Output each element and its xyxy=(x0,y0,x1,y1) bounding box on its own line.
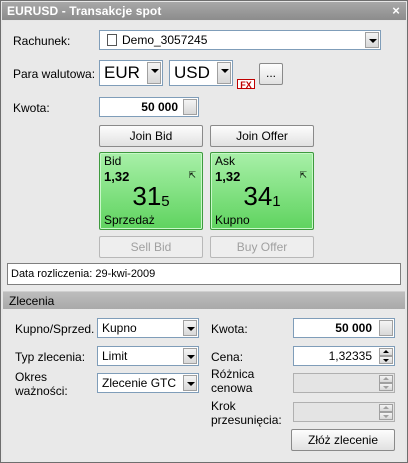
validity-value: Zlecenie GTC xyxy=(102,376,177,390)
quote-currency-value: USD xyxy=(174,63,210,82)
bid-action-label: Sprzedaż xyxy=(104,213,155,227)
price-input[interactable]: 1,32335 xyxy=(293,346,395,366)
chevron-down-icon[interactable] xyxy=(217,62,231,84)
chevron-down-icon[interactable] xyxy=(183,99,197,115)
validity-label-line1: Okres xyxy=(15,370,48,384)
spin-down-icon[interactable] xyxy=(379,356,393,364)
chevron-down-icon[interactable] xyxy=(365,32,379,48)
close-icon[interactable]: × xyxy=(389,4,403,17)
step-label-line1: Krok xyxy=(211,399,236,413)
price-diff-spinner[interactable] xyxy=(379,375,393,391)
amount-input[interactable]: 50 000 xyxy=(99,97,199,117)
ask-price-big: 34 xyxy=(243,181,273,211)
arrow-icon: ⇱ xyxy=(299,170,307,180)
order-side-value: Kupno xyxy=(102,321,137,335)
main-panel: Rachunek: Demo_3057245 Para walutowa: EU… xyxy=(3,21,405,462)
price-diff-label-line1: Różnica xyxy=(211,367,255,381)
order-side-label: Kupno/Sprzed. xyxy=(15,322,95,336)
bid-price: 315 xyxy=(100,181,202,212)
chevron-down-icon[interactable] xyxy=(379,320,393,336)
fx-icon: FX xyxy=(237,79,255,90)
window-title: EURUSD - Transakcje spot xyxy=(7,4,162,18)
currency-pair-label: Para walutowa: xyxy=(13,67,96,81)
quote-currency-select[interactable]: USD xyxy=(169,60,233,86)
step-label-line2: przesunięcia: xyxy=(211,413,282,427)
step-input[interactable] xyxy=(293,402,395,422)
sell-bid-button[interactable]: Sell Bid xyxy=(99,236,203,258)
step-spinner[interactable] xyxy=(379,404,393,420)
chevron-down-icon[interactable] xyxy=(147,62,161,84)
order-amount-label: Kwota: xyxy=(211,322,248,336)
amount-label: Kwota: xyxy=(13,101,50,115)
account-value: Demo_3057245 xyxy=(122,33,208,47)
order-amount-input[interactable]: 50 000 xyxy=(293,318,395,338)
submit-order-button[interactable]: Złóż zlecenie xyxy=(291,429,395,451)
order-type-label: Typ zlecenia: xyxy=(15,350,86,364)
arrow-icon: ⇱ xyxy=(188,170,196,180)
spin-up-icon[interactable] xyxy=(379,375,393,383)
amount-value: 50 000 xyxy=(141,100,178,114)
order-type-value: Limit xyxy=(102,349,128,363)
order-side-select[interactable]: Kupno xyxy=(97,318,199,338)
ask-price: 341 xyxy=(211,181,313,212)
orders-section-header[interactable]: Zlecenia xyxy=(3,291,405,309)
document-icon xyxy=(107,34,117,46)
price-diff-label-line2: cenowa xyxy=(211,381,253,395)
account-select[interactable]: Demo_3057245 xyxy=(99,30,381,50)
settlement-date: Data rozliczenia: 29-kwi-2009 xyxy=(7,263,401,285)
spin-down-icon[interactable] xyxy=(379,383,393,391)
chevron-down-icon[interactable] xyxy=(183,375,197,391)
ask-price-pip: 1 xyxy=(272,193,281,210)
price-spinner[interactable] xyxy=(379,348,393,364)
ask-header: Ask xyxy=(215,154,236,168)
order-type-select[interactable]: Limit xyxy=(97,346,199,366)
price-label: Cena: xyxy=(211,350,244,364)
spin-up-icon[interactable] xyxy=(379,348,393,356)
bid-tile[interactable]: Bid 1,32 ⇱ 315 Sprzedaż xyxy=(99,152,203,230)
price-value: 1,32335 xyxy=(328,349,372,363)
chevron-down-icon[interactable] xyxy=(183,320,197,336)
bid-price-pip: 5 xyxy=(161,193,170,210)
bid-header: Bid xyxy=(104,154,122,168)
ask-tile[interactable]: Ask 1,32 ⇱ 341 Kupno xyxy=(210,152,314,230)
spin-down-icon[interactable] xyxy=(379,412,393,420)
price-diff-input[interactable] xyxy=(293,373,395,393)
trade-window: EURUSD - Transakcje spot × Rachunek: Dem… xyxy=(0,0,408,463)
ask-action-label: Kupno xyxy=(215,213,250,227)
buy-offer-button[interactable]: Buy Offer xyxy=(210,236,314,258)
validity-select[interactable]: Zlecenie GTC xyxy=(97,373,199,393)
account-label: Rachunek: xyxy=(13,34,71,48)
base-currency-value: EUR xyxy=(104,63,140,82)
more-button[interactable]: ... xyxy=(259,63,283,85)
join-bid-button[interactable]: Join Bid xyxy=(99,125,203,147)
join-offer-button[interactable]: Join Offer xyxy=(210,125,314,147)
title-bar[interactable]: EURUSD - Transakcje spot × xyxy=(2,2,406,20)
base-currency-select[interactable]: EUR xyxy=(99,60,163,86)
validity-label-line2: ważności: xyxy=(15,384,68,398)
chevron-down-icon[interactable] xyxy=(183,348,197,364)
order-amount-value: 50 000 xyxy=(335,321,372,335)
spin-up-icon[interactable] xyxy=(379,404,393,412)
orders-section-title: Zlecenia xyxy=(9,294,55,308)
bid-price-big: 31 xyxy=(132,181,162,211)
